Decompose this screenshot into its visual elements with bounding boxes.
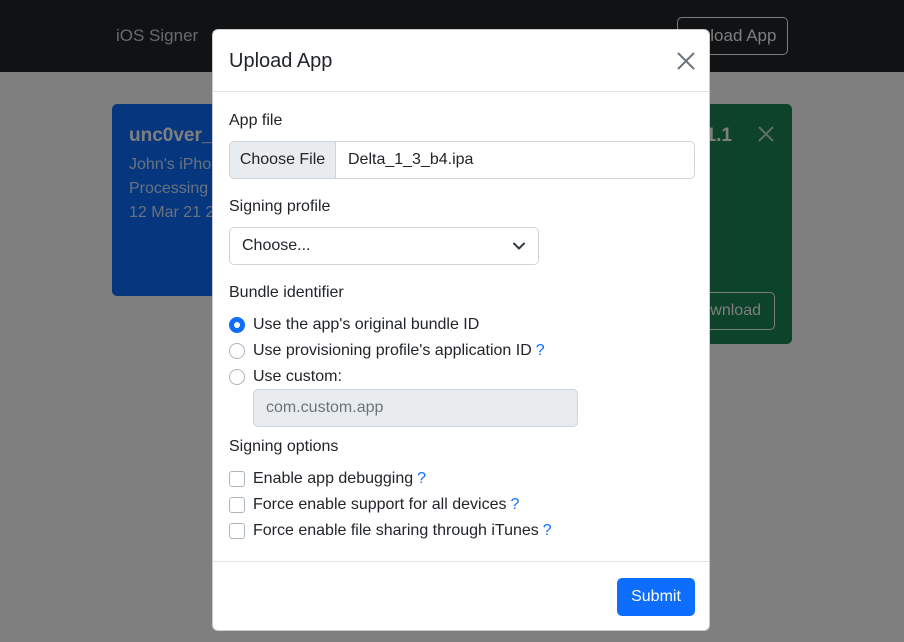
checkbox-file-sharing[interactable]: [229, 523, 245, 539]
choose-file-button[interactable]: Choose File: [230, 142, 336, 178]
close-icon[interactable]: [675, 50, 697, 72]
selected-file-name: Delta_1_3_b4.ipa: [348, 151, 474, 168]
checkbox-app-debugging[interactable]: [229, 471, 245, 487]
modal-header: Upload App: [213, 30, 709, 92]
signing-profile-label: Signing profile: [229, 198, 331, 215]
radio-provisioning-bundle[interactable]: [229, 343, 245, 359]
help-link[interactable]: ?: [510, 496, 519, 513]
radio-label: Use custom:: [253, 368, 342, 385]
radio-label: Use provisioning profile's application I…: [253, 342, 532, 359]
upload-app-modal: Upload App App file Choose File Delta_1_…: [212, 29, 710, 631]
app-file-label: App file: [229, 112, 283, 129]
chevron-down-icon: [513, 242, 525, 250]
radio-custom-bundle[interactable]: [229, 369, 245, 385]
checkbox-all-devices[interactable]: [229, 497, 245, 513]
signing-profile-select[interactable]: Choose...: [229, 227, 539, 265]
bundle-identifier-label: Bundle identifier: [229, 284, 344, 301]
signing-profile-value: Choose...: [242, 237, 311, 254]
custom-bundle-input[interactable]: [266, 390, 566, 426]
radio-label: Use the app's original bundle ID: [253, 316, 480, 333]
checkbox-label: Enable app debugging: [253, 470, 414, 487]
app-file-input[interactable]: Choose File Delta_1_3_b4.ipa: [229, 141, 695, 179]
checkbox-label: Force enable support for all devices: [253, 496, 507, 513]
help-link[interactable]: ?: [536, 342, 545, 359]
help-link[interactable]: ?: [543, 522, 552, 539]
help-link[interactable]: ?: [417, 470, 426, 487]
radio-original-bundle[interactable]: [229, 317, 245, 333]
custom-bundle-field[interactable]: [253, 389, 578, 427]
signing-options-label: Signing options: [229, 438, 339, 455]
checkbox-label: Force enable file sharing through iTunes: [253, 522, 539, 539]
modal-footer: Submit: [213, 561, 709, 630]
modal-title: Upload App: [229, 50, 333, 72]
submit-button[interactable]: Submit: [617, 578, 695, 616]
